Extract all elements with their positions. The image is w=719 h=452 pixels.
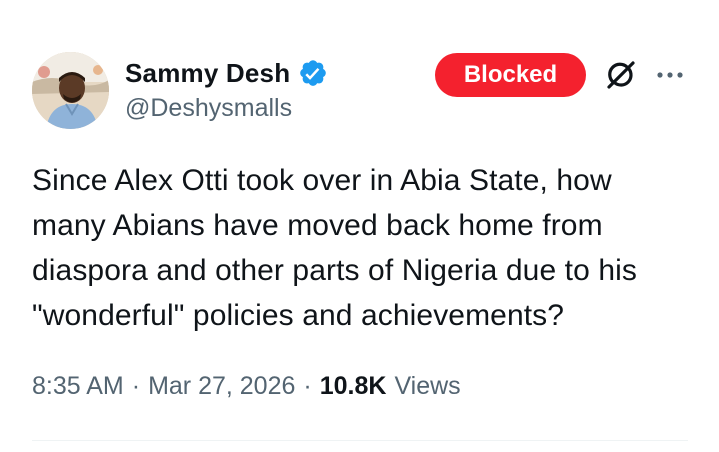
tweet-time[interactable]: 8:35 AM	[32, 372, 124, 401]
tweet-date[interactable]: Mar 27, 2026	[148, 372, 295, 401]
author-handle[interactable]: @Deshysmalls	[125, 94, 292, 123]
grok-icon[interactable]	[604, 58, 638, 92]
author-display-name[interactable]: Sammy Desh	[125, 58, 290, 89]
more-horizontal-icon[interactable]	[652, 62, 688, 88]
blocked-button[interactable]: Blocked	[435, 53, 586, 97]
avatar[interactable]	[32, 52, 109, 129]
meta-separator: ·	[303, 372, 312, 400]
views-count[interactable]: 10.8K	[320, 372, 387, 401]
verified-badge-icon[interactable]	[298, 58, 328, 88]
tweet-metadata: 8:35 AM · Mar 27, 2026 · 10.8K Views	[32, 372, 461, 401]
avatar-image	[32, 52, 109, 129]
views-label: Views	[394, 372, 461, 400]
author-name-row: Sammy Desh	[125, 56, 328, 90]
divider	[32, 440, 688, 441]
tweet-card: Sammy Desh @Deshysmalls Blocked Since Al…	[0, 0, 719, 452]
meta-separator: ·	[131, 372, 141, 400]
tweet-text: Since Alex Otti took over in Abia State,…	[32, 164, 637, 332]
